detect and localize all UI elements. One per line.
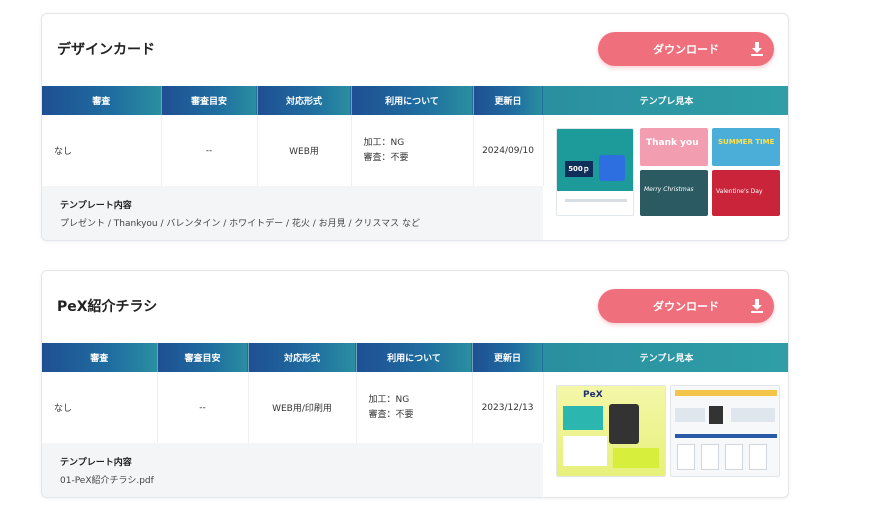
cell-review-estimate: -- bbox=[161, 115, 258, 186]
thumb-christmas-text: Merry Christmas bbox=[644, 186, 694, 193]
table-header-row: 審査 審査目安 対応形式 利用について 更新日 bbox=[42, 86, 544, 115]
cell-review: なし bbox=[42, 372, 158, 443]
cell-review-estimate: -- bbox=[157, 372, 249, 443]
usage-review: 審査：不要 bbox=[368, 409, 414, 420]
card-title: デザインカード bbox=[57, 42, 155, 58]
thumb-gift-card[interactable]: 500ｐ bbox=[556, 128, 634, 216]
thumb-christmas[interactable]: Merry Christmas bbox=[640, 170, 708, 216]
download-icon bbox=[751, 299, 763, 313]
table-header-row: 審査 審査目安 対応形式 利用について 更新日 bbox=[42, 343, 544, 372]
cell-updated: 2024/09/10 bbox=[473, 115, 544, 186]
cell-usage: 加工：NG 審査：不要 bbox=[356, 372, 473, 443]
header-format: 対応形式 bbox=[257, 86, 352, 115]
header-updated: 更新日 bbox=[472, 343, 544, 372]
usage-processing: 加工：NG bbox=[363, 137, 405, 148]
thumb-pex-logo: PeX bbox=[583, 390, 603, 400]
thumb-points: 500ｐ bbox=[565, 161, 593, 177]
header-review-estimate: 審査目安 bbox=[157, 343, 249, 372]
info-table: 審査 審査目安 対応形式 利用について 更新日 なし -- WEB用 加工：NG… bbox=[42, 86, 544, 186]
contents-label: テンプレート内容 bbox=[60, 458, 132, 468]
thumb-thank-you[interactable]: Thank you bbox=[640, 128, 708, 166]
sample-header: テンプレ見本 bbox=[543, 86, 788, 115]
download-button-label: ダウンロード bbox=[653, 43, 719, 56]
header-review-estimate: 審査目安 bbox=[161, 86, 258, 115]
download-icon bbox=[751, 42, 763, 56]
header-review: 審査 bbox=[42, 86, 162, 115]
usage-processing: 加工：NG bbox=[368, 394, 410, 405]
template-contents: テンプレート内容 01-PeX紹介チラシ.pdf bbox=[42, 443, 543, 497]
download-button[interactable]: ダウンロード bbox=[598, 289, 774, 323]
thumb-flyer-front[interactable]: PeX bbox=[556, 385, 666, 477]
cell-format: WEB用/印刷用 bbox=[248, 372, 357, 443]
info-table: 審査 審査目安 対応形式 利用について 更新日 なし -- WEB用/印刷用 加… bbox=[42, 343, 544, 443]
download-button[interactable]: ダウンロード bbox=[598, 32, 774, 66]
card-header: デザインカード ダウンロード bbox=[42, 14, 788, 86]
table-row: なし -- WEB用 加工：NG 審査：不要 2024/09/10 bbox=[42, 115, 544, 186]
thumb-summer-text: SUMMER TIME bbox=[718, 138, 775, 146]
download-button-label: ダウンロード bbox=[653, 300, 719, 313]
header-updated: 更新日 bbox=[473, 86, 544, 115]
thumb-valentine-text: Valentine's Day bbox=[716, 188, 763, 195]
card-header: PeX紹介チラシ ダウンロード bbox=[42, 271, 788, 343]
cell-format: WEB用 bbox=[257, 115, 352, 186]
cell-review: なし bbox=[42, 115, 162, 186]
header-review: 審査 bbox=[42, 343, 158, 372]
contents-value: 01-PeX紹介チラシ.pdf bbox=[60, 476, 154, 486]
card-title: PeX紹介チラシ bbox=[57, 299, 158, 315]
thumb-valentine[interactable]: Valentine's Day bbox=[712, 170, 780, 216]
header-format: 対応形式 bbox=[248, 343, 357, 372]
contents-label: テンプレート内容 bbox=[60, 201, 132, 211]
table-row: なし -- WEB用/印刷用 加工：NG 審査：不要 2023/12/13 bbox=[42, 372, 544, 443]
contents-value: プレゼント / Thankyou / バレンタイン / ホワイトデー / 花火 … bbox=[60, 219, 420, 229]
thumb-flyer-back[interactable] bbox=[670, 385, 780, 477]
template-contents: テンプレート内容 プレゼント / Thankyou / バレンタイン / ホワイ… bbox=[42, 186, 543, 240]
sample-header: テンプレ見本 bbox=[543, 343, 788, 372]
header-usage: 利用について bbox=[356, 343, 473, 372]
header-usage: 利用について bbox=[351, 86, 474, 115]
cell-updated: 2023/12/13 bbox=[472, 372, 544, 443]
cell-usage: 加工：NG 審査：不要 bbox=[351, 115, 474, 186]
usage-review: 審査：不要 bbox=[363, 152, 409, 163]
thumb-thankyou-text: Thank you bbox=[646, 138, 699, 148]
thumb-summer[interactable]: SUMMER TIME bbox=[712, 128, 780, 166]
